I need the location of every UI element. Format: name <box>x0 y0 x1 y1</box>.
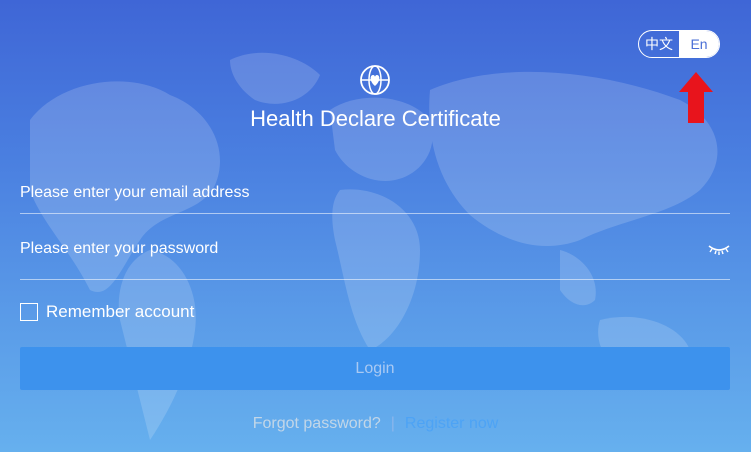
language-option-chinese[interactable]: 中文 <box>639 31 679 57</box>
password-field-container <box>20 229 730 280</box>
page-title: Health Declare Certificate <box>250 106 501 131</box>
remember-label: Remember account <box>46 302 195 321</box>
login-button[interactable]: Login <box>20 347 730 390</box>
globe-heart-icon <box>360 65 390 95</box>
language-option-english[interactable]: En <box>679 31 719 57</box>
email-input[interactable] <box>20 173 730 213</box>
password-input[interactable] <box>20 229 730 269</box>
register-link[interactable]: Register now <box>405 415 498 433</box>
remember-account-checkbox-row[interactable]: Remember account <box>20 302 194 322</box>
forgot-password-link[interactable]: Forgot password? <box>253 415 381 433</box>
language-toggle: 中文 En <box>638 30 720 58</box>
link-separator: | <box>390 415 395 432</box>
eye-closed-icon[interactable] <box>708 241 730 257</box>
remember-checkbox[interactable] <box>20 303 38 321</box>
login-screen: 中文 En Health Declare Certificate Remembe… <box>0 0 751 452</box>
email-field-container <box>20 173 730 214</box>
bottom-links: Forgot password? | Register now <box>0 415 751 433</box>
